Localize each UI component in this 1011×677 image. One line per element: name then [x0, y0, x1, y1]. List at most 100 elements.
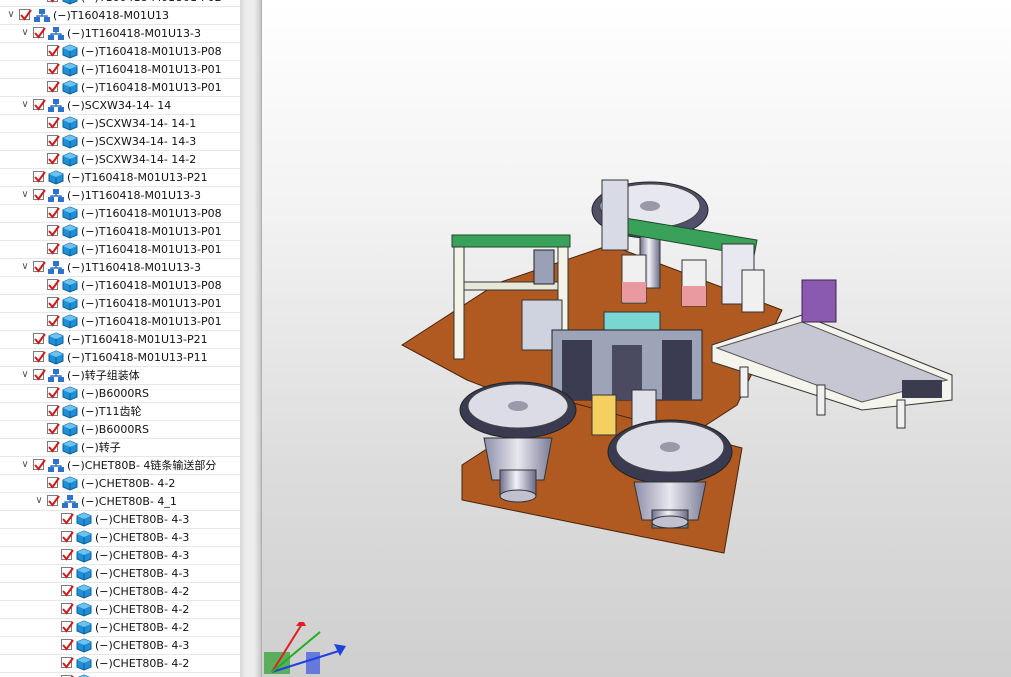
checkmark-icon [48, 153, 60, 165]
tree-row[interactable]: ∨ (−)CHET80B- 4链条输送部分 [0, 457, 240, 475]
visibility-checkbox[interactable] [47, 423, 60, 435]
visibility-checkbox[interactable] [33, 99, 46, 111]
visibility-checkbox[interactable] [47, 387, 60, 399]
tree-row[interactable]: ∨ (−)1T160418-M01U13-3 [0, 25, 240, 43]
tree-row[interactable]: (−)CHET80B- 4-2 [0, 601, 240, 619]
tree-node-label: (−)SCXW34-14- 14-3 [81, 135, 197, 148]
tree-row[interactable]: (−)CHET80B- 4-2 [0, 655, 240, 673]
part-icon [62, 206, 78, 221]
visibility-checkbox[interactable] [47, 135, 60, 147]
feature-tree-panel[interactable]: (−)T160418-M01U01-P02∨(−)T160418-M01U13∨… [0, 0, 240, 677]
visibility-checkbox[interactable] [47, 153, 60, 165]
visibility-checkbox[interactable] [33, 369, 46, 381]
tree-row[interactable]: (−)CHET80B- 4-3 [0, 565, 240, 583]
tree-node-label: (−)T160418-M01U13-P08 [81, 207, 222, 220]
visibility-checkbox[interactable] [33, 333, 46, 345]
visibility-checkbox[interactable] [61, 603, 74, 615]
visibility-checkbox[interactable] [47, 315, 60, 327]
visibility-checkbox[interactable] [33, 189, 46, 201]
tree-row[interactable]: (−)T160418-M01U13-P01 [0, 241, 240, 259]
visibility-checkbox[interactable] [47, 45, 60, 57]
visibility-checkbox[interactable] [47, 81, 60, 93]
tree-row[interactable]: (−)CHET80B- 4-3 [0, 529, 240, 547]
tree-row[interactable]: ∨ (−)转子组装体 [0, 367, 240, 385]
tree-row[interactable]: ∨ (−)T160418-M01U13 [0, 7, 240, 25]
visibility-checkbox[interactable] [61, 657, 74, 669]
visibility-checkbox[interactable] [33, 171, 46, 183]
tree-row[interactable]: (−)转子 [0, 439, 240, 457]
visibility-checkbox[interactable] [47, 207, 60, 219]
visibility-checkbox[interactable] [61, 531, 74, 543]
visibility-checkbox[interactable] [47, 297, 60, 309]
tree-row[interactable]: (−)CHET80B- 4-2 [0, 583, 240, 601]
tree-row[interactable]: (−)CHET80B- 4-3 [0, 511, 240, 529]
visibility-checkbox[interactable] [33, 459, 46, 471]
visibility-checkbox[interactable] [47, 495, 60, 507]
visibility-checkbox[interactable] [47, 441, 60, 453]
tree-row[interactable]: (−)SCXW34-14- 14-2 [0, 151, 240, 169]
visibility-checkbox[interactable] [47, 279, 60, 291]
part-icon [62, 116, 78, 131]
tree-row[interactable]: (−)T160418-M01U01-P02 [0, 0, 240, 7]
visibility-checkbox[interactable] [47, 405, 60, 417]
visibility-checkbox[interactable] [19, 9, 32, 21]
visibility-checkbox[interactable] [47, 477, 60, 489]
chevron-down-icon[interactable]: ∨ [19, 369, 31, 381]
visibility-checkbox[interactable] [33, 351, 46, 363]
visibility-checkbox[interactable] [61, 567, 74, 579]
tree-row[interactable]: (−)CHET80B- 4-3 [0, 547, 240, 565]
tree-node-label: (−)T160418-M01U13-P01 [81, 225, 222, 238]
chevron-down-icon[interactable]: ∨ [33, 495, 45, 507]
3d-viewport[interactable] [262, 0, 1011, 677]
tree-row[interactable]: (−)T160418-M01U13-P01 [0, 295, 240, 313]
visibility-checkbox[interactable] [33, 27, 46, 39]
tree-row[interactable]: (−)T160418-M01U13-P01 [0, 61, 240, 79]
part-icon [62, 386, 78, 401]
tree-row[interactable]: ∨ (−)1T160418-M01U13-3 [0, 187, 240, 205]
visibility-checkbox[interactable] [47, 117, 60, 129]
tree-row[interactable]: ∨ (−)1T160418-M01U13-3 [0, 259, 240, 277]
tree-row[interactable]: ∨ (−)CHET80B- 4_1 [0, 493, 240, 511]
visibility-checkbox[interactable] [33, 261, 46, 273]
visibility-checkbox[interactable] [61, 639, 74, 651]
visibility-checkbox[interactable] [61, 513, 74, 525]
visibility-checkbox[interactable] [47, 243, 60, 255]
tree-row[interactable]: (−)T160418-M01U13-P08 [0, 277, 240, 295]
chevron-down-icon[interactable]: ∨ [19, 189, 31, 201]
tree-node-label: (−)CHET80B- 4-2 [81, 477, 176, 490]
tree-row[interactable]: (−)SCXW34-14- 14-1 [0, 115, 240, 133]
visibility-checkbox[interactable] [61, 585, 74, 597]
checkmark-icon [48, 81, 60, 93]
tree-row[interactable]: (−)T160418-M01U13-P01 [0, 223, 240, 241]
tree-row[interactable]: (−)B6000RS [0, 385, 240, 403]
tree-row[interactable]: (−)T160418-M01U13-P01 [0, 313, 240, 331]
tree-row[interactable]: (−)T11齿轮 [0, 403, 240, 421]
tree-node-label: (−)T160418-M01U13-P01 [81, 315, 222, 328]
tree-row[interactable]: ∨ (−)SCXW34-14- 14 [0, 97, 240, 115]
tree-row[interactable]: (−)CHET80B- 4-2 [0, 619, 240, 637]
chevron-down-icon[interactable]: ∨ [19, 459, 31, 471]
tree-row[interactable]: (−)CHET80B- 4-2 [0, 475, 240, 493]
tree-row[interactable] [0, 673, 240, 677]
tree-row[interactable]: (−)T160418-M01U13-P01 [0, 79, 240, 97]
chevron-down-icon[interactable]: ∨ [5, 9, 17, 21]
tree-row[interactable]: (−)T160418-M01U13-P21 [0, 331, 240, 349]
tree-row[interactable]: (−)CHET80B- 4-3 [0, 637, 240, 655]
tree-row[interactable]: (−)T160418-M01U13-P21 [0, 169, 240, 187]
panel-splitter[interactable] [240, 0, 262, 677]
visibility-checkbox[interactable] [47, 225, 60, 237]
chevron-down-icon[interactable]: ∨ [19, 99, 31, 111]
tree-row[interactable]: (−)T160418-M01U13-P08 [0, 205, 240, 223]
tree-row[interactable]: (−)B6000RS [0, 421, 240, 439]
chevron-down-icon[interactable]: ∨ [19, 27, 31, 39]
chevron-down-icon[interactable]: ∨ [19, 261, 31, 273]
visibility-checkbox[interactable] [47, 63, 60, 75]
visibility-checkbox[interactable] [47, 0, 58, 3]
visibility-checkbox[interactable] [61, 621, 74, 633]
visibility-checkbox[interactable] [61, 549, 74, 561]
checkmark-icon [48, 495, 60, 507]
tree-row[interactable]: (−)T160418-M01U13-P08 [0, 43, 240, 61]
tree-row[interactable]: (−)T160418-M01U13-P11 [0, 349, 240, 367]
assembly-model-render[interactable] [262, 0, 1011, 677]
tree-row[interactable]: (−)SCXW34-14- 14-3 [0, 133, 240, 151]
